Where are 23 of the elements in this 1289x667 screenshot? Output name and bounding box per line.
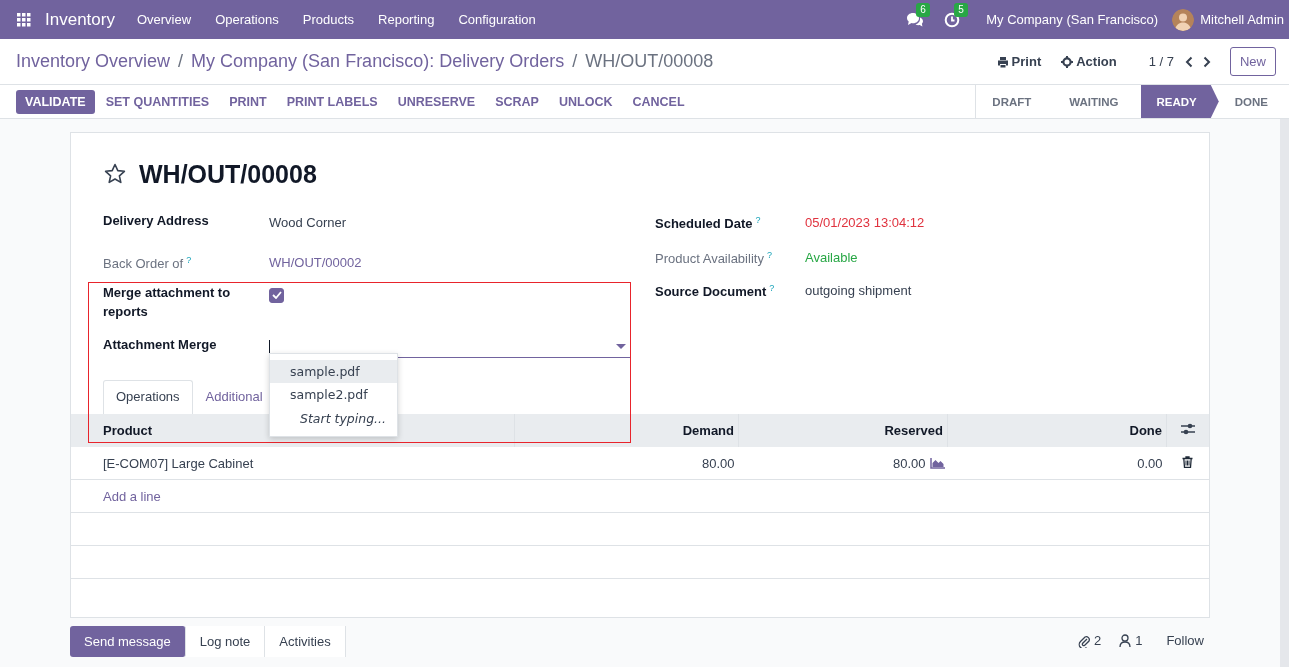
table-cell: 80.00 <box>701 455 735 471</box>
field-label: Back Order of <box>103 256 184 272</box>
message-count-badge: 6 <box>916 2 930 17</box>
field-value: 05/01/2023 13:04:12 <box>805 215 925 230</box>
field-value: Available <box>805 250 858 265</box>
activity-count-badge: 5 <box>954 2 968 17</box>
breadcrumb-current: WH/OUT/00008 <box>585 51 714 72</box>
search-hint: Start typing... <box>299 410 387 428</box>
field-label: Merge attachment to reports <box>103 285 231 319</box>
breadcrumb-separator: / <box>178 51 184 72</box>
breadcrumb-separator: / <box>572 51 578 72</box>
field-value: Wood Corner <box>269 215 347 230</box>
field-label: Delivery Address <box>103 213 209 228</box>
field-label: Source Document <box>655 284 767 300</box>
field-label: Scheduled Date <box>655 216 753 232</box>
pager-value: 1 / 7 <box>1148 54 1174 69</box>
table-cell: [E-COM07] Large Cabinet <box>103 455 254 471</box>
field-label: Attachment Merge <box>103 337 217 352</box>
field-label: Product Availability <box>655 251 764 267</box>
record-title: WH/OUT/00008 <box>139 159 317 189</box>
table-cell: 80.00 <box>892 455 926 471</box>
field-value: outgoing shipment <box>805 283 912 298</box>
table-cell: 0.00 <box>1137 455 1163 471</box>
